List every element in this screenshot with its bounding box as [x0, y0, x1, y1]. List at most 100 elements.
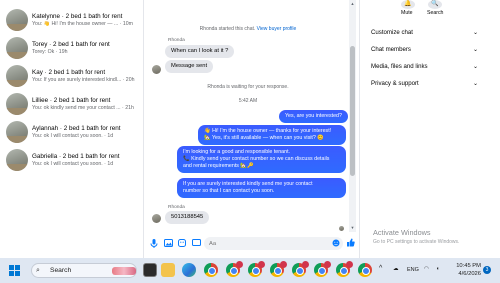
- section-label: Chat members: [371, 45, 411, 53]
- chevron-down-icon: ⌄: [472, 63, 478, 70]
- section-media-files-links[interactable]: Media, files and links ⌄: [362, 59, 478, 73]
- chat-started-text: Rhonda started this chat.: [199, 26, 256, 32]
- chat-list-item[interactable]: Torey · 2 bed 1 bath for rent Torey: Ok …: [0, 34, 140, 62]
- message-timestamp: 5:42 AM: [238, 98, 258, 104]
- edge-icon[interactable]: [182, 263, 196, 277]
- incoming-message[interactable]: When can I look at it ?: [165, 45, 235, 58]
- chat-list: Katelynne · 2 bed 1 bath for rent You: 👋…: [0, 0, 140, 258]
- chevron-down-icon: ⌄: [472, 80, 478, 87]
- chrome-icon[interactable]: [270, 261, 287, 277]
- chat-preview: You: If you are surely interested kindl.…: [32, 76, 135, 83]
- chat-list-item[interactable]: Kay · 2 bed 1 bath for rent You: If you …: [0, 62, 140, 90]
- search-icon[interactable]: 🔍: [428, 0, 442, 9]
- avatar: [6, 121, 28, 143]
- avatar: [6, 93, 28, 115]
- chat-name: Gabriella · 2 bed 1 bath for rent: [32, 152, 120, 160]
- chevron-down-icon: ⌄: [472, 29, 478, 36]
- avatar: [152, 65, 161, 74]
- read-receipt-avatar: [339, 226, 344, 231]
- microphone-icon[interactable]: [149, 239, 159, 249]
- tray-chevron-icon[interactable]: ^: [379, 265, 382, 272]
- image-icon[interactable]: [163, 239, 173, 249]
- message-line: 📞 Kindly send your contact number so we …: [183, 156, 330, 162]
- message-line: number so that I can contact you soon.: [183, 188, 275, 194]
- outgoing-message[interactable]: 👋 Hi! I'm the house owner — thanks for y…: [198, 125, 346, 145]
- sticker-icon[interactable]: [177, 239, 187, 249]
- chat-name: Katelynne · 2 bed 1 bath for rent: [32, 12, 123, 20]
- system-message: Rhonda started this chat. View buyer pro…: [148, 26, 348, 32]
- chrome-icon[interactable]: [292, 261, 309, 277]
- notification-badge-icon: [258, 261, 265, 268]
- avatar: [6, 9, 28, 31]
- activate-title: Activate Windows: [373, 228, 431, 237]
- scroll-up-icon[interactable]: ▲: [350, 1, 355, 6]
- incoming-message[interactable]: 5013188545: [165, 211, 210, 224]
- message-line: If you are surely interested kindly send…: [183, 181, 313, 187]
- chat-preview: Torey: Ok · 19h: [32, 48, 68, 55]
- cloud-icon[interactable]: ☁: [393, 266, 399, 272]
- chrome-icon[interactable]: [226, 261, 243, 277]
- language-indicator[interactable]: ENG: [407, 267, 419, 273]
- outgoing-message[interactable]: If you are surely interested kindly send…: [177, 178, 346, 198]
- chat-name: Aylannah · 2 bed 1 bath for rent: [32, 124, 121, 132]
- avatar: [6, 37, 28, 59]
- volume-icon[interactable]: ◖: [436, 266, 439, 272]
- chat-preview: You: ok I will contact you soon. · 1d: [32, 132, 114, 139]
- avatar: [152, 214, 161, 223]
- sender-name: Rhonda: [168, 38, 185, 43]
- notification-count[interactable]: 3: [483, 266, 491, 274]
- chat-preview: You: 👋 Hi! I'm the house owner — ... · 1…: [32, 20, 133, 27]
- message-input[interactable]: [204, 237, 343, 250]
- outgoing-message[interactable]: Yes, are you interested?: [279, 110, 348, 123]
- screen: Katelynne · 2 bed 1 bath for rent You: 👋…: [0, 0, 500, 283]
- scroll-thumb[interactable]: [350, 46, 355, 176]
- like-icon[interactable]: [345, 238, 355, 248]
- incoming-message[interactable]: Message sent: [165, 60, 214, 73]
- bell-icon[interactable]: 🔔: [401, 0, 415, 9]
- notification-badge-icon: [324, 261, 331, 268]
- activate-subtitle: Go to PC settings to activate Windows.: [373, 239, 460, 245]
- section-label: Privacy & support: [371, 79, 419, 87]
- notification-badge-icon: [236, 261, 243, 268]
- scroll-down-icon[interactable]: ▼: [350, 225, 355, 230]
- chat-list-item[interactable]: Katelynne · 2 bed 1 bath for rent You: 👋…: [0, 6, 140, 34]
- chrome-icon[interactable]: [204, 263, 218, 277]
- taskbar-search[interactable]: ⌕ Search: [31, 263, 137, 278]
- clock-time: 10:45 PM: [456, 263, 481, 269]
- chat-list-item[interactable]: Aylannah · 2 bed 1 bath for rent You: ok…: [0, 118, 140, 146]
- avatar: [6, 65, 28, 87]
- section-privacy-support[interactable]: Privacy & support ⌄: [362, 76, 478, 90]
- notification-badge-icon: [302, 261, 309, 268]
- message-line: I'm looking for a good and responsible t…: [183, 149, 291, 155]
- chat-list-item[interactable]: Gabriella · 2 bed 1 bath for rent You: o…: [0, 146, 140, 174]
- wifi-icon[interactable]: ◠: [424, 266, 429, 272]
- activate-windows-watermark: Activate Windows Go to PC settings to ac…: [373, 228, 459, 245]
- emoji-icon[interactable]: [331, 239, 341, 249]
- chrome-icon[interactable]: [336, 261, 353, 277]
- task-view-icon[interactable]: [143, 263, 157, 277]
- message-line: and rental requirements 🏡🔑: [183, 163, 254, 169]
- avatar: [6, 149, 28, 171]
- section-chat-members[interactable]: Chat members ⌄: [362, 42, 478, 56]
- taskbar-clock[interactable]: 10:45 PM 4/6/2026: [451, 262, 481, 278]
- chat-name: Kay · 2 bed 1 bath for rent: [32, 68, 106, 76]
- chrome-icon[interactable]: [314, 261, 331, 277]
- search-label[interactable]: Search: [427, 10, 443, 16]
- chat-name: Lilliee · 2 bed 1 bath for rent: [32, 96, 111, 104]
- conversation-scrollbar[interactable]: ▲ ▼: [349, 0, 356, 232]
- notification-badge-icon: [346, 261, 353, 268]
- chrome-icon[interactable]: [248, 261, 265, 277]
- windows-start-icon[interactable]: [9, 265, 20, 276]
- section-customize-chat[interactable]: Customize chat ⌄: [362, 25, 478, 39]
- view-buyer-profile-link[interactable]: View buyer profile: [257, 26, 297, 32]
- gif-icon[interactable]: [191, 239, 201, 249]
- chrome-icon[interactable]: [358, 263, 372, 277]
- chat-name: Torey · 2 bed 1 bath for rent: [32, 40, 110, 48]
- chat-list-item[interactable]: Lilliee · 2 bed 1 bath for rent You: ok …: [0, 90, 140, 118]
- sender-name: Rhonda: [168, 205, 185, 210]
- chat-preview: You: ok kindly send me your contact ... …: [32, 104, 134, 111]
- section-label: Customize chat: [371, 28, 413, 36]
- outgoing-message[interactable]: I'm looking for a good and responsible t…: [177, 146, 346, 173]
- mute-label[interactable]: Mute: [401, 10, 413, 16]
- file-explorer-icon[interactable]: [161, 263, 175, 277]
